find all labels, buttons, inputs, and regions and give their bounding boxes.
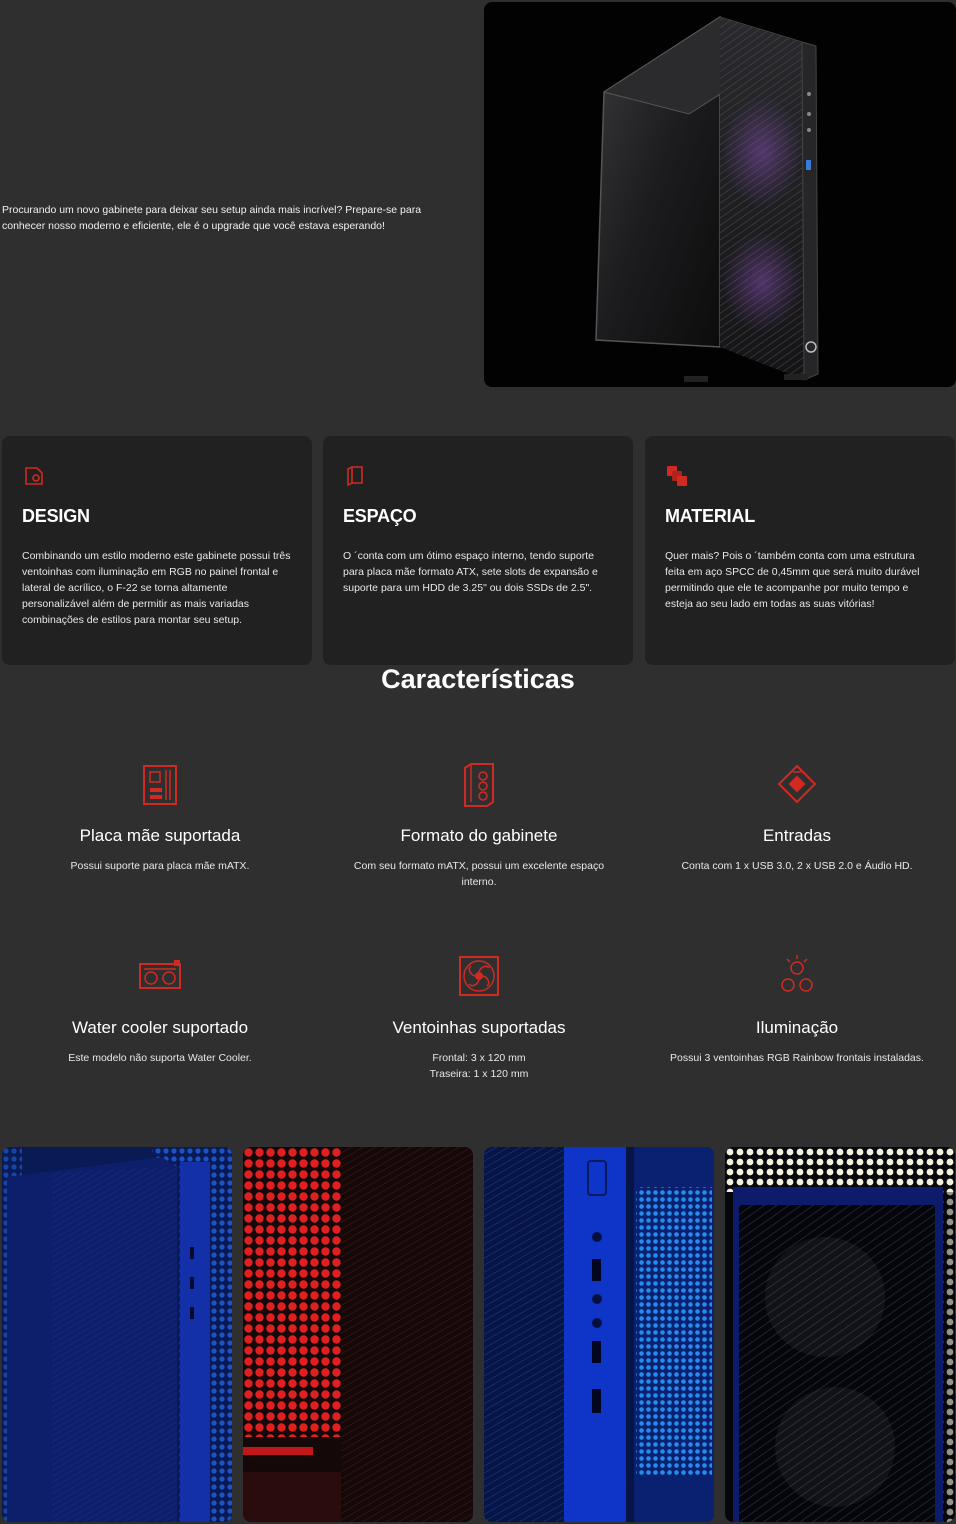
feature-fans: Ventoinhas suportadas Frontal: 3 x 120 m… bbox=[320, 952, 638, 1082]
case-icon bbox=[464, 763, 494, 807]
feature-title: Iluminação bbox=[755, 1018, 839, 1037]
feature-title: Entradas bbox=[762, 826, 832, 845]
feature-text: Com seu formato mATX, possui um excelent… bbox=[353, 860, 605, 888]
gallery-image-red-lights bbox=[243, 1147, 473, 1522]
card-title: ESPAÇO bbox=[343, 506, 417, 526]
card-space: ESPAÇO O ´conta com um ótimo espaço inte… bbox=[323, 436, 633, 665]
space-icon bbox=[347, 466, 363, 487]
feature-text: Este modelo não suporta Water Cooler. bbox=[68, 1052, 252, 1064]
info-cards: DESIGN Combinando um estilo moderno este… bbox=[2, 436, 956, 665]
card-title: MATERIAL bbox=[665, 506, 756, 526]
feature-ports: Entradas Conta com 1 x USB 3.0, 2 x USB … bbox=[638, 760, 956, 874]
gallery-image-blue-side bbox=[2, 1147, 232, 1522]
gallery-image-io-panel bbox=[484, 1147, 714, 1522]
lighting-icon bbox=[781, 955, 813, 992]
feature-title: Placa mãe suportada bbox=[79, 826, 241, 845]
feature-text-line: Frontal: 3 x 120 mm bbox=[432, 1052, 526, 1064]
product-gallery bbox=[2, 1147, 956, 1522]
design-icon bbox=[25, 467, 43, 485]
feature-water-cooler: Water cooler suportado Este modelo não s… bbox=[1, 952, 319, 1066]
feature-text-line: Traseira: 1 x 120 mm bbox=[429, 1068, 529, 1080]
hero-description: Procurando um novo gabinete para deixar … bbox=[2, 204, 422, 232]
fan-icon bbox=[459, 956, 499, 996]
hero-section: Procurando um novo gabinete para deixar … bbox=[0, 0, 956, 390]
card-title: DESIGN bbox=[22, 506, 90, 526]
feature-lighting: Iluminação Possui 3 ventoinhas RGB Rainb… bbox=[638, 952, 956, 1066]
product-image bbox=[484, 2, 956, 387]
feature-text: Possui suporte para placa mãe mATX. bbox=[70, 860, 250, 872]
feature-text: Conta com 1 x USB 3.0, 2 x USB 2.0 e Áud… bbox=[681, 860, 913, 872]
card-design: DESIGN Combinando um estilo moderno este… bbox=[2, 436, 312, 665]
feature-title: Formato do gabinete bbox=[400, 826, 558, 845]
features-title: Características bbox=[381, 664, 575, 694]
water-cooler-icon bbox=[139, 960, 181, 989]
card-text: O ´conta com um ótimo espaço interno, te… bbox=[343, 550, 598, 594]
feature-text: Possui 3 ventoinhas RGB Rainbow frontais… bbox=[670, 1052, 924, 1064]
card-text: Quer mais? Pois o ´também conta com uma … bbox=[665, 550, 920, 610]
gallery-image-front-mesh bbox=[725, 1147, 955, 1522]
card-material: MATERIAL Quer mais? Pois o ´também conta… bbox=[645, 436, 955, 665]
feature-motherboard: Placa mãe suportada Possui suporte para … bbox=[1, 760, 319, 874]
motherboard-icon bbox=[143, 765, 177, 805]
card-text: Combinando um estilo moderno este gabine… bbox=[22, 550, 291, 626]
usb-icon bbox=[777, 764, 817, 804]
feature-title: Ventoinhas suportadas bbox=[392, 1018, 566, 1037]
material-icon bbox=[667, 466, 687, 486]
feature-text: Frontal: 3 x 120 mm Traseira: 1 x 120 mm bbox=[339, 1050, 619, 1082]
case-illustration bbox=[595, 15, 819, 382]
feature-case-format: Formato do gabinete Com seu formato mATX… bbox=[320, 760, 638, 890]
feature-title: Water cooler suportado bbox=[71, 1018, 249, 1037]
